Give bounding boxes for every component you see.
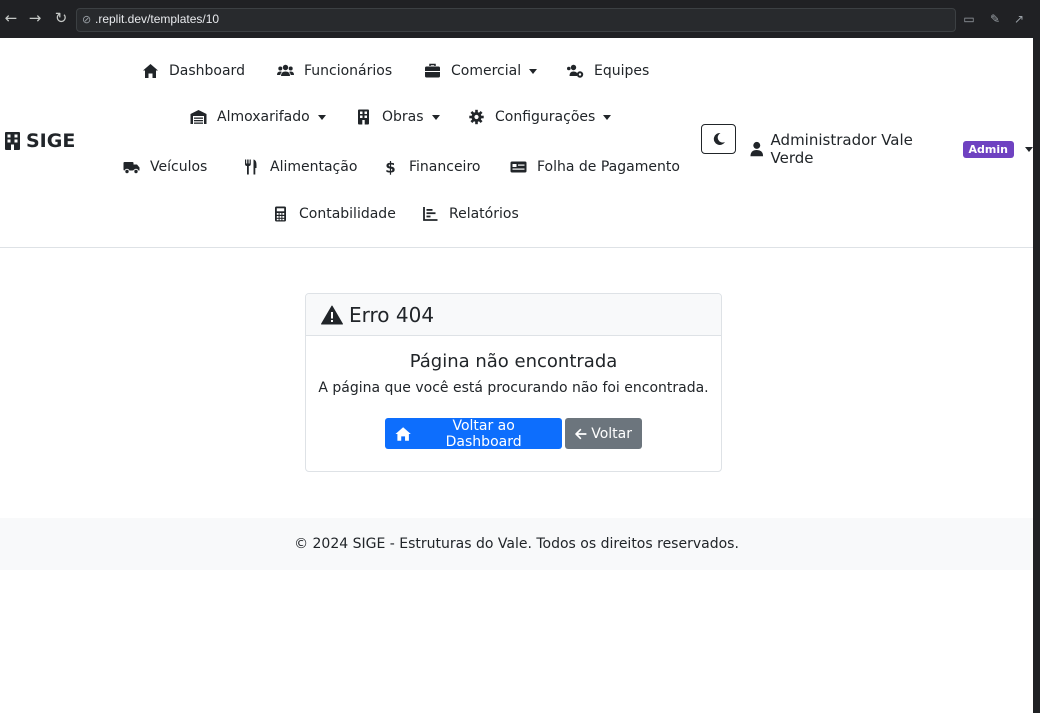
address-bar[interactable]: ⊘ .replit.dev/templates/10 xyxy=(76,8,956,32)
user-icon xyxy=(750,141,764,157)
nav-comercial-label: Comercial xyxy=(451,63,522,79)
scrollbar-track[interactable] xyxy=(1033,38,1040,713)
devices-icon[interactable]: ▭ xyxy=(961,11,977,27)
chevron-down-icon xyxy=(529,68,538,74)
arrow-left-icon xyxy=(575,428,587,439)
role-badge: Admin xyxy=(962,140,1014,158)
briefcase-icon xyxy=(425,63,440,78)
users-gear-icon xyxy=(567,64,584,78)
user-menu[interactable]: Administrador Vale Verde Admin xyxy=(750,131,1033,167)
nav-relatorios-label: Relatórios xyxy=(449,206,519,222)
chevron-down-icon xyxy=(317,114,326,120)
nav-obras[interactable]: Obras xyxy=(355,107,440,127)
chevron-down-icon xyxy=(1025,146,1033,152)
error-subtitle: Página não encontrada xyxy=(409,351,618,372)
brand-name: SIGE xyxy=(26,130,76,152)
card-header: Erro 404 xyxy=(306,294,721,336)
chevron-down-icon xyxy=(603,114,612,120)
nav-alimentacao-label: Alimentação xyxy=(270,159,358,175)
svg-text:$: $ xyxy=(385,159,395,175)
utensils-icon xyxy=(245,159,257,175)
nav-configuracoes-label: Configurações xyxy=(495,109,596,125)
chart-bar-icon xyxy=(423,207,438,221)
back-label: Voltar xyxy=(591,425,632,442)
calculator-icon xyxy=(275,206,286,222)
nav-obras-label: Obras xyxy=(382,109,424,125)
user-name: Administrador Vale Verde xyxy=(770,131,913,167)
back-icon[interactable]: ← xyxy=(2,9,20,27)
home-icon xyxy=(395,426,411,441)
open-external-icon[interactable]: ↗ xyxy=(1011,11,1027,27)
theme-toggle-button[interactable] xyxy=(701,124,736,154)
back-to-dashboard-label: Voltar ao Dashboard xyxy=(445,417,522,450)
nav-almoxarifado-label: Almoxarifado xyxy=(217,109,310,125)
page: SIGE Dashboard Funcionários Comercial Eq… xyxy=(0,38,1033,713)
users-icon xyxy=(277,64,294,76)
gear-icon xyxy=(469,109,484,125)
footer: © 2024 SIGE - Estruturas do Vale. Todos … xyxy=(0,518,1033,570)
chevron-down-icon xyxy=(431,114,440,120)
error-actions: Voltar ao Dashboard Voltar xyxy=(306,417,721,450)
moon-icon xyxy=(713,132,725,145)
error-message: A página que você está procurando não fo… xyxy=(318,380,709,396)
building-icon xyxy=(5,132,20,150)
nav-dashboard[interactable]: Dashboard xyxy=(142,61,245,81)
nav-relatorios[interactable]: Relatórios xyxy=(422,204,519,224)
nav-comercial[interactable]: Comercial xyxy=(424,61,538,81)
url-text: .replit.dev/templates/10 xyxy=(95,12,220,26)
browser-toolbar: ← → ↻ ⊘ .replit.dev/templates/10 ▭ ✎ ↗ xyxy=(0,0,1040,38)
link-icon: ⊘ xyxy=(82,13,92,26)
home-icon xyxy=(143,64,158,78)
back-to-dashboard-button[interactable]: Voltar ao Dashboard xyxy=(385,417,562,450)
error-title: Erro 404 xyxy=(349,302,435,327)
truck-icon xyxy=(123,162,140,175)
card-body: Página não encontrada A página que você … xyxy=(306,351,721,450)
nav-veiculos-label: Veículos xyxy=(150,159,208,175)
money-check-icon xyxy=(510,161,527,173)
warehouse-icon xyxy=(190,110,207,124)
forward-icon[interactable]: → xyxy=(26,9,44,27)
warning-icon xyxy=(321,305,343,324)
reload-icon[interactable]: ↻ xyxy=(52,9,70,27)
nav-folha-pagamento[interactable]: Folha de Pagamento xyxy=(510,157,680,177)
brand-logo[interactable]: SIGE xyxy=(5,130,75,152)
nav-contabilidade-label: Contabilidade xyxy=(299,206,396,222)
nav-financeiro-label: Financeiro xyxy=(409,159,481,175)
building-icon xyxy=(358,109,369,125)
nav-alimentacao[interactable]: Alimentação xyxy=(243,157,357,177)
nav-dashboard-label: Dashboard xyxy=(169,63,245,79)
nav-veiculos[interactable]: Veículos xyxy=(123,157,207,177)
nav-equipes-label: Equipes xyxy=(594,63,650,79)
nav-funcionarios-label: Funcionários xyxy=(304,63,393,79)
nav-funcionarios[interactable]: Funcionários xyxy=(277,61,392,81)
nav-contabilidade[interactable]: Contabilidade xyxy=(272,204,396,224)
nav-folha-label: Folha de Pagamento xyxy=(537,159,680,175)
back-button[interactable]: Voltar xyxy=(565,418,642,449)
dollar-icon: $ xyxy=(385,159,395,175)
nav-financeiro[interactable]: $ Financeiro xyxy=(382,157,480,177)
nav-configuracoes[interactable]: Configurações xyxy=(468,107,612,127)
footer-text: © 2024 SIGE - Estruturas do Vale. Todos … xyxy=(294,536,739,552)
nav-almoxarifado[interactable]: Almoxarifado xyxy=(190,107,326,127)
nav-equipes[interactable]: Equipes xyxy=(567,61,649,81)
navbar: SIGE Dashboard Funcionários Comercial Eq… xyxy=(0,38,1033,248)
error-card: Erro 404 Página não encontrada A página … xyxy=(305,293,722,472)
wrench-icon[interactable]: ✎ xyxy=(987,11,1003,27)
